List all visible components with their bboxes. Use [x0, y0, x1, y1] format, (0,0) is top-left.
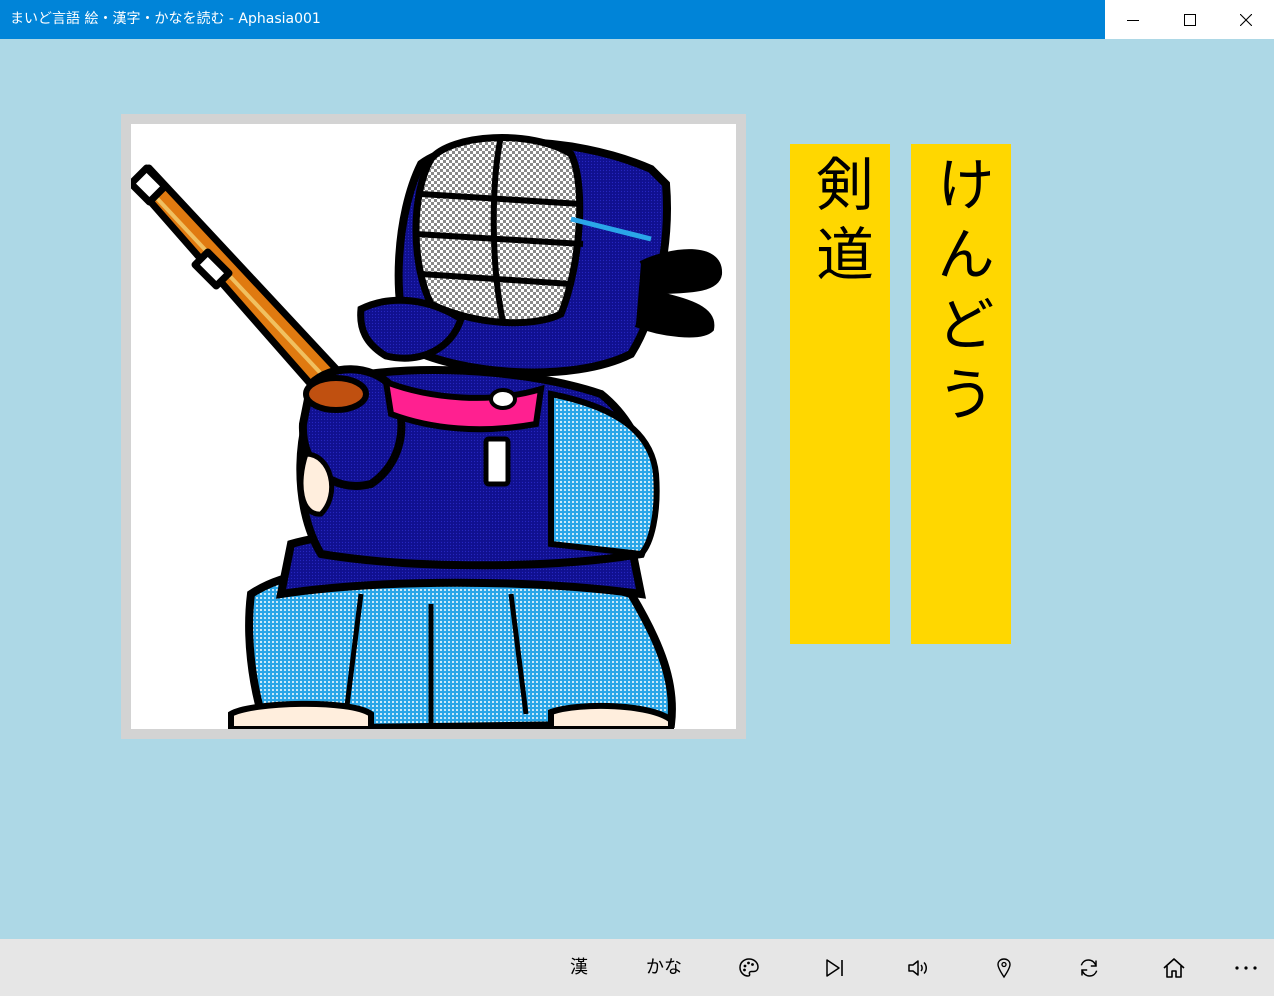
main-content: 剣道 けんどう [0, 39, 1274, 939]
kanji-button-label: 漢 [570, 956, 588, 978]
window-title: まいど言語 絵・漢字・かなを読む - Aphasia001 [10, 11, 321, 27]
minimize-button[interactable] [1105, 0, 1161, 39]
speak-button[interactable] [891, 939, 947, 996]
home-icon [1163, 957, 1185, 978]
title-bar-accent: まいど言語 絵・漢字・かなを読む - Aphasia001 [0, 0, 1105, 39]
skip-next-icon [826, 958, 843, 977]
title-bar: まいど言語 絵・漢字・かなを読む - Aphasia001 [0, 0, 1274, 39]
more-icon [1235, 965, 1257, 970]
close-icon [1240, 13, 1252, 26]
more-button[interactable] [1218, 939, 1274, 996]
kanji-card[interactable]: 剣道 [790, 144, 890, 644]
location-button[interactable] [976, 939, 1032, 996]
kana-button[interactable]: かな [636, 939, 692, 996]
palette-icon [739, 957, 759, 977]
kanji-word: 剣道 [806, 154, 874, 294]
kana-word: けんどう [927, 154, 995, 434]
kanji-button[interactable]: 漢 [551, 939, 607, 996]
kendo-picture [131, 124, 736, 729]
home-button[interactable] [1146, 939, 1202, 996]
refresh-button[interactable] [1061, 939, 1117, 996]
kana-card[interactable]: けんどう [911, 144, 1011, 644]
kendo-practitioner-illustration [131, 134, 722, 729]
map-pin-icon [997, 957, 1011, 978]
kana-button-label: かな [646, 956, 682, 978]
picture-frame [121, 114, 746, 739]
refresh-icon [1080, 958, 1098, 977]
minimize-icon [1127, 19, 1139, 21]
command-bar: 漢 かな [0, 939, 1274, 996]
next-button[interactable] [806, 939, 862, 996]
close-button[interactable] [1218, 0, 1274, 39]
speaker-icon [908, 959, 927, 976]
maximize-icon [1184, 13, 1196, 26]
maximize-button[interactable] [1162, 0, 1218, 39]
palette-button[interactable] [721, 939, 777, 996]
